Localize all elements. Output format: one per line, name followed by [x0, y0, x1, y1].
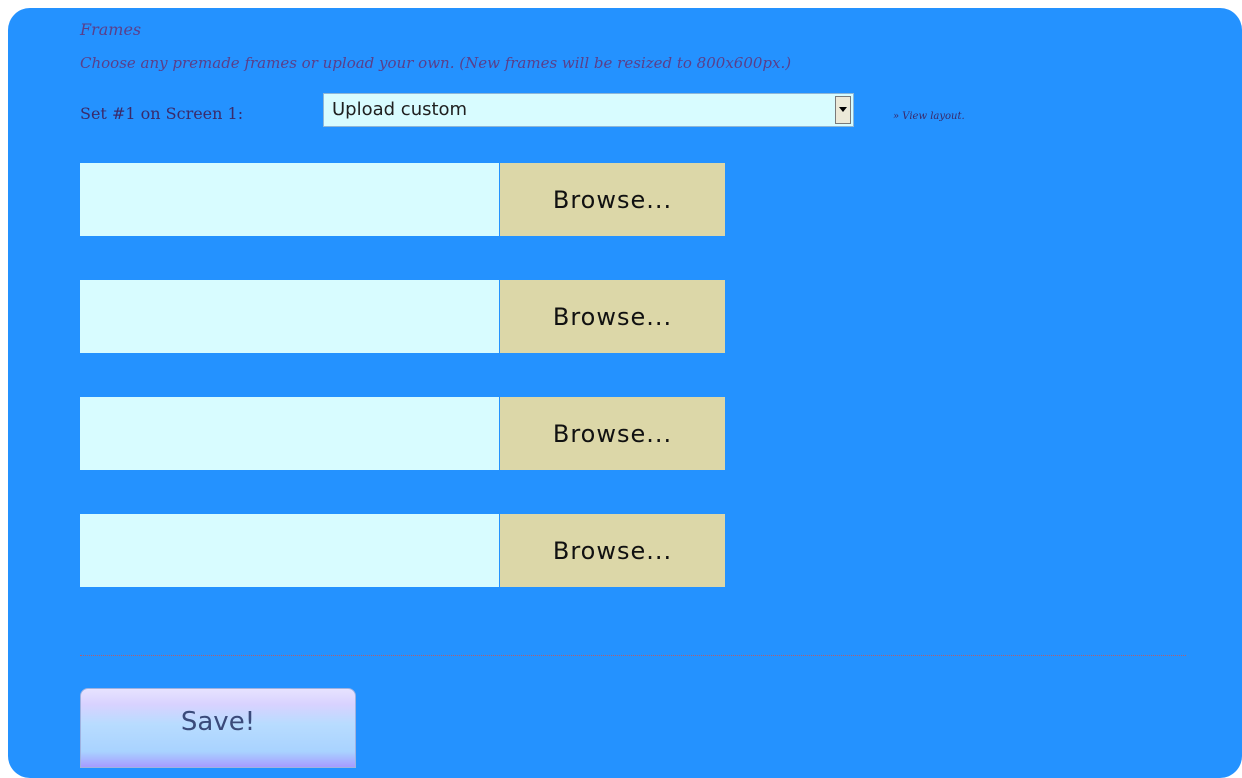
file-upload-row-2: Browse... — [80, 280, 725, 353]
set-selector-label: Set #1 on Screen 1: — [80, 104, 244, 123]
section-divider — [80, 655, 1186, 656]
file-path-input[interactable] — [80, 280, 499, 353]
browse-button[interactable]: Browse... — [500, 163, 725, 236]
save-button[interactable]: Save! — [80, 688, 356, 768]
chevron-down-icon[interactable] — [835, 96, 851, 124]
file-path-input[interactable] — [80, 163, 499, 236]
browse-button[interactable]: Browse... — [500, 514, 725, 587]
file-path-input[interactable] — [80, 397, 499, 470]
file-upload-row-3: Browse... — [80, 397, 725, 470]
file-path-input[interactable] — [80, 514, 499, 587]
frame-set-select[interactable]: Upload custom — [323, 93, 854, 127]
frame-set-selected-value: Upload custom — [332, 99, 468, 120]
section-title: Frames — [80, 20, 142, 39]
file-upload-row-4: Browse... — [80, 514, 725, 587]
view-layout-link[interactable]: » View layout. — [893, 111, 965, 122]
browse-button[interactable]: Browse... — [500, 280, 725, 353]
file-upload-row-1: Browse... — [80, 163, 725, 236]
section-description: Choose any premade frames or upload your… — [80, 54, 792, 72]
browse-button[interactable]: Browse... — [500, 397, 725, 470]
